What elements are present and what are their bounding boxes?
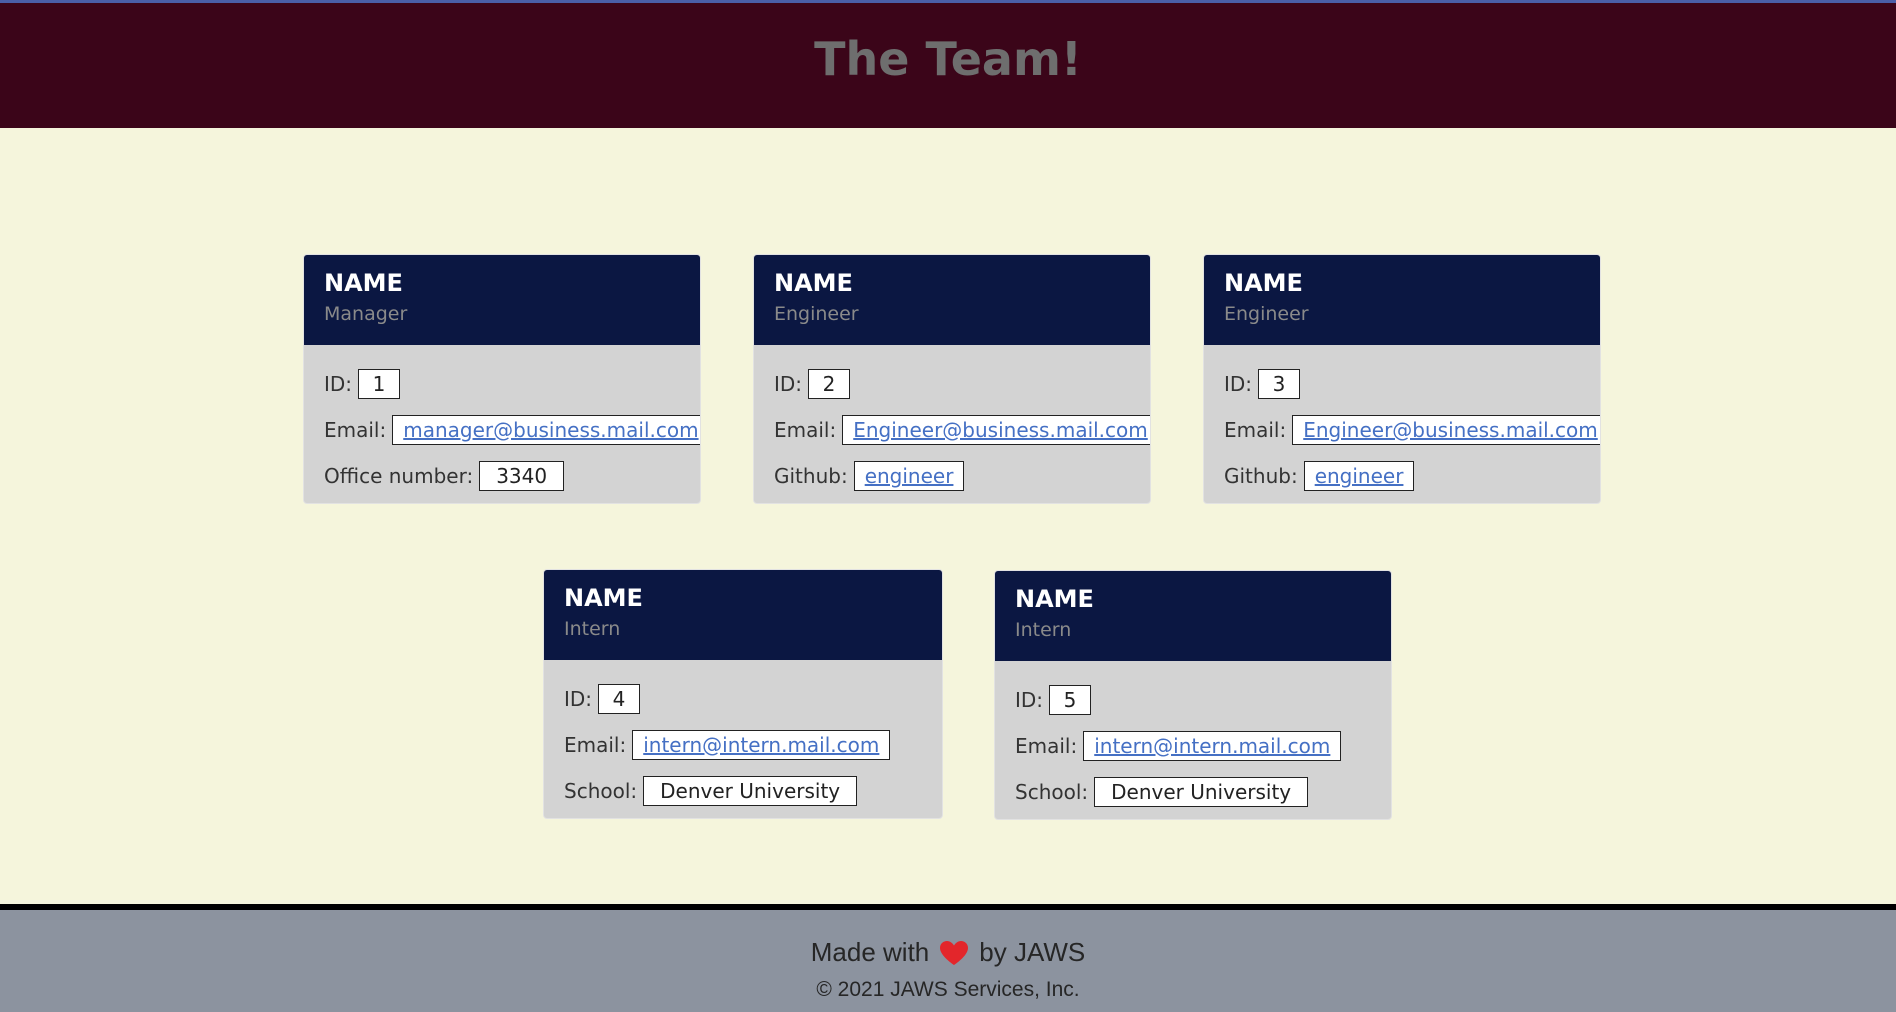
page-header: The Team! bbox=[0, 0, 1896, 128]
email-link[interactable]: intern@intern.mail.com bbox=[643, 733, 879, 757]
github-box: engineer bbox=[1303, 461, 1415, 491]
made-with-text: Made with bbox=[810, 937, 930, 967]
email-label: Email: bbox=[1224, 418, 1287, 442]
email-label: Email: bbox=[1015, 734, 1078, 758]
card-header: NAME Engineer bbox=[754, 255, 1150, 345]
id-row: ID: 3 bbox=[1224, 361, 1580, 407]
email-box: manager@business.mail.com bbox=[392, 415, 700, 445]
github-box: engineer bbox=[853, 461, 965, 491]
id-label: ID: bbox=[1224, 372, 1253, 396]
email-link[interactable]: manager@business.mail.com bbox=[403, 418, 698, 442]
email-row: Email: Engineer@business.mail.com bbox=[1224, 407, 1600, 453]
employee-card-engineer: NAME Engineer ID: 3 Email: Engineer@busi… bbox=[1203, 254, 1601, 504]
employee-role: Manager bbox=[324, 303, 408, 325]
employee-role: Engineer bbox=[774, 303, 859, 325]
made-with-line: Made with by JAWS bbox=[0, 937, 1896, 968]
email-row: Email: manager@business.mail.com bbox=[324, 407, 700, 453]
employee-card-intern: NAME Intern ID: 5 Email: intern@intern.m… bbox=[994, 570, 1392, 820]
id-value: 4 bbox=[598, 684, 641, 714]
card-body: ID: 3 Email: Engineer@business.mail.com … bbox=[1204, 345, 1600, 499]
email-box: Engineer@business.mail.com bbox=[1292, 415, 1600, 445]
github-row: Github: engineer bbox=[1224, 453, 1580, 499]
github-label: Github: bbox=[774, 464, 848, 488]
heart-icon bbox=[939, 940, 969, 966]
github-row: Github: engineer bbox=[774, 453, 1130, 499]
office-value: 3340 bbox=[479, 461, 565, 491]
employee-role: Intern bbox=[1015, 619, 1072, 641]
employee-name: NAME bbox=[1224, 269, 1303, 297]
github-link[interactable]: engineer bbox=[1315, 464, 1404, 488]
school-row: School: Denver University bbox=[1015, 769, 1371, 815]
card-header: NAME Engineer bbox=[1204, 255, 1600, 345]
employee-role: Engineer bbox=[1224, 303, 1309, 325]
id-label: ID: bbox=[564, 687, 593, 711]
employee-name: NAME bbox=[324, 269, 403, 297]
id-value: 5 bbox=[1049, 685, 1092, 715]
school-label: School: bbox=[564, 779, 638, 803]
school-label: School: bbox=[1015, 780, 1089, 804]
school-row: School: Denver University bbox=[564, 768, 922, 814]
email-link[interactable]: intern@intern.mail.com bbox=[1094, 734, 1330, 758]
github-label: Github: bbox=[1224, 464, 1298, 488]
id-value: 1 bbox=[358, 369, 401, 399]
employee-name: NAME bbox=[1015, 585, 1094, 613]
github-link[interactable]: engineer bbox=[865, 464, 954, 488]
email-box: Engineer@business.mail.com bbox=[842, 415, 1150, 445]
page-title: The Team! bbox=[814, 31, 1082, 86]
id-row: ID: 1 bbox=[324, 361, 680, 407]
email-link[interactable]: Engineer@business.mail.com bbox=[1303, 418, 1598, 442]
email-row: Email: intern@intern.mail.com bbox=[564, 722, 922, 768]
card-header: NAME Intern bbox=[544, 570, 942, 660]
office-label: Office number: bbox=[324, 464, 474, 488]
id-row: ID: 5 bbox=[1015, 677, 1371, 723]
copyright-text: © 2021 JAWS Services, Inc. bbox=[816, 978, 1080, 1001]
email-row: Email: Engineer@business.mail.com bbox=[774, 407, 1150, 453]
card-header: NAME Intern bbox=[995, 571, 1391, 661]
id-label: ID: bbox=[1015, 688, 1044, 712]
card-body: ID: 5 Email: intern@intern.mail.com Scho… bbox=[995, 661, 1391, 815]
employee-role: Intern bbox=[564, 618, 621, 640]
employee-card-intern: NAME Intern ID: 4 Email: intern@intern.m… bbox=[543, 569, 943, 819]
email-box: intern@intern.mail.com bbox=[1083, 731, 1342, 761]
email-label: Email: bbox=[564, 733, 627, 757]
employee-card-engineer: NAME Engineer ID: 2 Email: Engineer@busi… bbox=[753, 254, 1151, 504]
id-value: 3 bbox=[1258, 369, 1301, 399]
email-label: Email: bbox=[324, 418, 387, 442]
employee-name: NAME bbox=[774, 269, 853, 297]
office-row: Office number: 3340 bbox=[324, 453, 680, 499]
email-label: Email: bbox=[774, 418, 837, 442]
school-value: Denver University bbox=[643, 776, 858, 806]
card-body: ID: 1 Email: manager@business.mail.com O… bbox=[304, 345, 700, 499]
card-body: ID: 2 Email: Engineer@business.mail.com … bbox=[754, 345, 1150, 499]
page-footer: Made with by JAWS © 2021 JAWS Services, … bbox=[0, 910, 1896, 1012]
card-header: NAME Manager bbox=[304, 255, 700, 345]
email-row: Email: intern@intern.mail.com bbox=[1015, 723, 1371, 769]
by-text: by JAWS bbox=[979, 937, 1086, 967]
school-value: Denver University bbox=[1094, 777, 1309, 807]
email-box: intern@intern.mail.com bbox=[632, 730, 891, 760]
id-label: ID: bbox=[774, 372, 803, 396]
id-row: ID: 2 bbox=[774, 361, 1130, 407]
email-link[interactable]: Engineer@business.mail.com bbox=[853, 418, 1148, 442]
employee-name: NAME bbox=[564, 584, 643, 612]
employee-card-manager: NAME Manager ID: 1 Email: manager@busine… bbox=[303, 254, 701, 504]
id-label: ID: bbox=[324, 372, 353, 396]
card-body: ID: 4 Email: intern@intern.mail.com Scho… bbox=[544, 660, 942, 814]
id-row: ID: 4 bbox=[564, 676, 922, 722]
id-value: 2 bbox=[808, 369, 851, 399]
